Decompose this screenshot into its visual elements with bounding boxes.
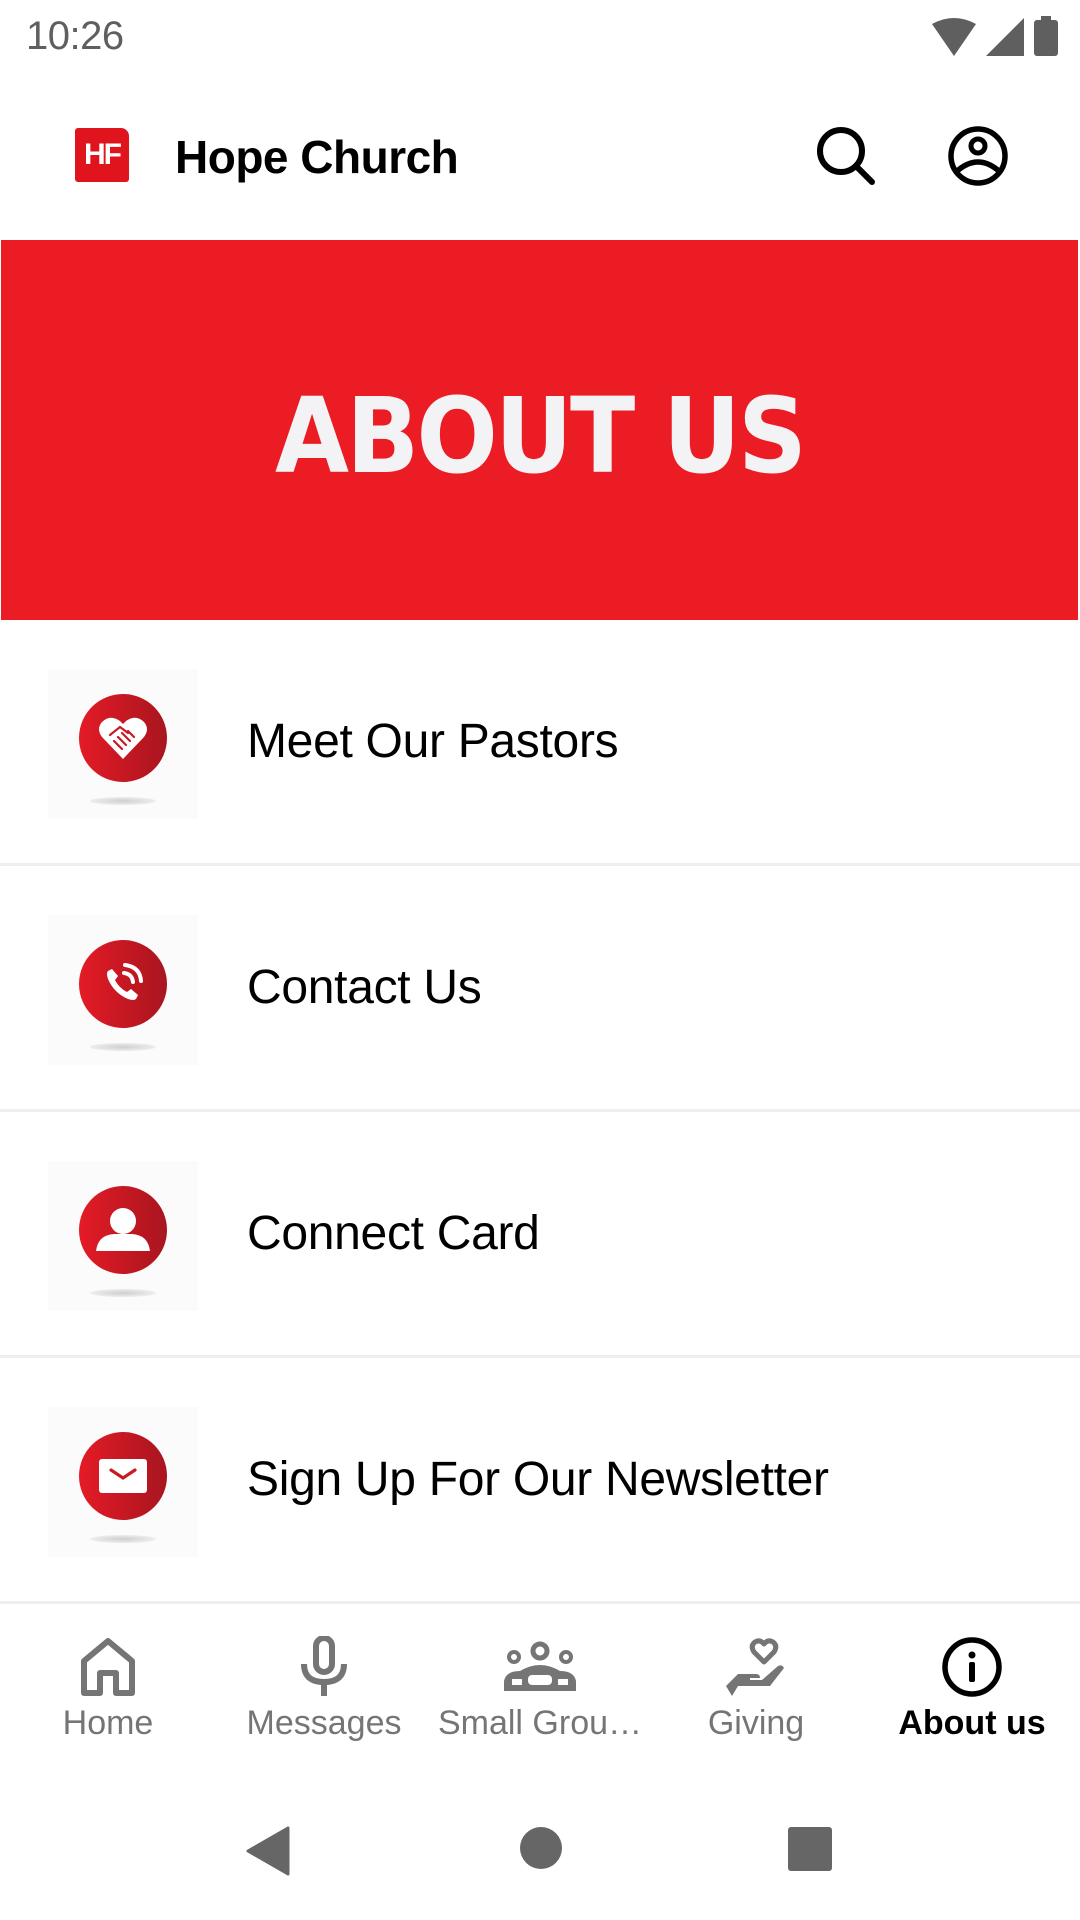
menu-item-label: Sign Up For Our Newsletter <box>247 1453 829 1506</box>
menu-item-newsletter[interactable]: Sign Up For Our Newsletter <box>0 1358 1080 1604</box>
menu-item-icon-tile <box>48 1161 198 1311</box>
phone-call-icon <box>79 940 167 1028</box>
banner-text: ABOUT US <box>274 375 807 497</box>
status-bar: 10:26 <box>0 0 1080 80</box>
home-circle-icon <box>520 1827 562 1869</box>
search-icon <box>814 124 878 193</box>
wifi-icon <box>932 18 976 61</box>
back-triangle-icon <box>246 1826 290 1876</box>
nav-label: Home <box>62 1704 154 1742</box>
nav-tab-giving[interactable]: Giving <box>648 1606 864 1766</box>
recents-square-icon <box>788 1827 832 1871</box>
system-home-button[interactable] <box>519 1826 563 1875</box>
bottom-nav: Home Messages Small Grou… Giving About u… <box>0 1606 1080 1766</box>
menu-item-meet-our-pastors[interactable]: Meet Our Pastors <box>0 620 1080 866</box>
icon-shadow <box>90 1289 156 1297</box>
signal-icon <box>986 18 1024 61</box>
menu-item-connect-card[interactable]: Connect Card <box>0 1112 1080 1358</box>
nav-tab-small-groups[interactable]: Small Grou… <box>432 1606 648 1766</box>
handshake-heart-icon <box>79 694 167 782</box>
nav-tab-home[interactable]: Home <box>0 1606 216 1766</box>
system-back-button[interactable] <box>246 1826 290 1881</box>
about-menu-list: Meet Our Pastors Contact Us Connect Card… <box>0 620 1080 1604</box>
menu-item-icon-tile <box>48 1407 198 1557</box>
menu-item-label: Meet Our Pastors <box>247 715 619 768</box>
menu-item-label: Connect Card <box>247 1207 540 1260</box>
envelope-icon <box>79 1432 167 1520</box>
nav-label: Messages <box>246 1704 402 1742</box>
nav-label: Giving <box>707 1704 805 1742</box>
system-recents-button[interactable] <box>787 1826 833 1877</box>
nav-tab-about-us[interactable]: About us <box>864 1606 1080 1766</box>
search-button[interactable] <box>808 120 884 196</box>
account-circle-icon <box>946 124 1010 193</box>
menu-item-icon-tile <box>48 915 198 1065</box>
icon-shadow <box>90 1535 156 1543</box>
status-time: 10:26 <box>26 14 124 58</box>
menu-item-icon-tile <box>48 669 198 819</box>
menu-item-label: Contact Us <box>247 961 482 1014</box>
battery-icon <box>1034 16 1058 61</box>
icon-shadow <box>90 1043 156 1051</box>
system-nav-bar <box>0 1766 1080 1920</box>
nav-label: Small Grou… <box>437 1704 643 1742</box>
app-title: Hope Church <box>175 131 459 183</box>
profile-button[interactable] <box>940 120 1016 196</box>
icon-shadow <box>90 797 156 805</box>
info-icon <box>941 1634 1003 1700</box>
person-icon <box>79 1186 167 1274</box>
church-logo: HF <box>75 128 129 182</box>
menu-item-contact-us[interactable]: Contact Us <box>0 866 1080 1112</box>
giving-hand-heart-icon <box>726 1634 786 1700</box>
status-icons <box>932 16 1058 61</box>
nav-tab-messages[interactable]: Messages <box>216 1606 432 1766</box>
about-us-banner: ABOUT US <box>1 240 1078 620</box>
nav-label: About us <box>898 1704 1046 1742</box>
app-bar: HF Hope Church <box>0 80 1080 240</box>
microphone-icon <box>301 1634 347 1700</box>
home-icon <box>80 1634 136 1700</box>
groups-icon <box>504 1634 576 1700</box>
